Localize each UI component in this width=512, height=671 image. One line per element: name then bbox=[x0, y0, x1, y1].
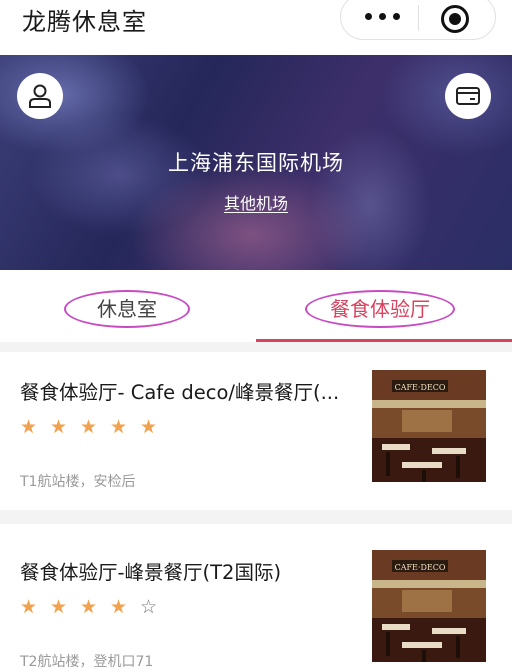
restaurant-thumbnail: CAFE·DECO bbox=[372, 550, 486, 662]
tab-lounge[interactable]: 休息室 bbox=[64, 290, 190, 330]
card-button[interactable] bbox=[445, 73, 491, 119]
tab-dining-hall[interactable]: 餐食体验厅 bbox=[305, 290, 455, 330]
card-location: T1航站楼，安检后 bbox=[20, 474, 136, 490]
svg-text:CAFE·DECO: CAFE·DECO bbox=[395, 383, 446, 392]
card-location: T2航站楼，登机口71 bbox=[20, 654, 154, 670]
star-filled-icon: ★ bbox=[140, 416, 158, 438]
more-icon[interactable] bbox=[365, 13, 405, 21]
user-icon bbox=[29, 84, 51, 108]
section-divider bbox=[0, 342, 512, 352]
capsule-divider bbox=[418, 5, 419, 31]
star-filled-icon: ★ bbox=[50, 596, 68, 618]
mini-program-capsule bbox=[340, 0, 496, 40]
section-divider bbox=[0, 510, 512, 524]
star-filled-icon: ★ bbox=[50, 416, 68, 438]
star-filled-icon: ★ bbox=[110, 416, 128, 438]
other-airports-link[interactable]: 其他机场 bbox=[0, 190, 512, 214]
star-empty-icon: ☆ bbox=[140, 596, 158, 618]
category-tabs: 休息室 餐食体验厅 bbox=[0, 280, 512, 342]
card-title: 餐食体验厅- Cafe deco/峰景餐厅(... bbox=[20, 381, 340, 404]
airport-name: 上海浦东国际机场 bbox=[168, 151, 344, 175]
user-button[interactable] bbox=[17, 73, 63, 119]
list-item[interactable]: 餐食体验厅- Cafe deco/峰景餐厅(... ★ ★ ★ ★ ★ T1航站楼，安检… bbox=[0, 352, 512, 510]
star-filled-icon: ★ bbox=[110, 596, 128, 618]
app-title: 龙腾休息室 bbox=[22, 8, 147, 36]
credit-card-icon bbox=[456, 87, 480, 105]
star-filled-icon: ★ bbox=[20, 596, 38, 618]
star-filled-icon: ★ bbox=[80, 596, 98, 618]
title-bar: 龙腾休息室 bbox=[0, 0, 512, 44]
hero-banner: 上海浦东国际机场 其他机场 bbox=[0, 55, 512, 270]
star-filled-icon: ★ bbox=[80, 416, 98, 438]
star-filled-icon: ★ bbox=[20, 416, 38, 438]
close-icon[interactable] bbox=[441, 5, 469, 33]
restaurant-thumbnail: CAFE·DECO bbox=[372, 370, 486, 482]
card-title: 餐食体验厅-峰景餐厅(T2国际) bbox=[20, 561, 282, 584]
list-item[interactable]: 餐食体验厅-峰景餐厅(T2国际) ★ ★ ★ ★ ☆ T2航站楼，登机口71 CAFE·… bbox=[0, 524, 512, 671]
svg-text:CAFE·DECO: CAFE·DECO bbox=[395, 563, 446, 572]
